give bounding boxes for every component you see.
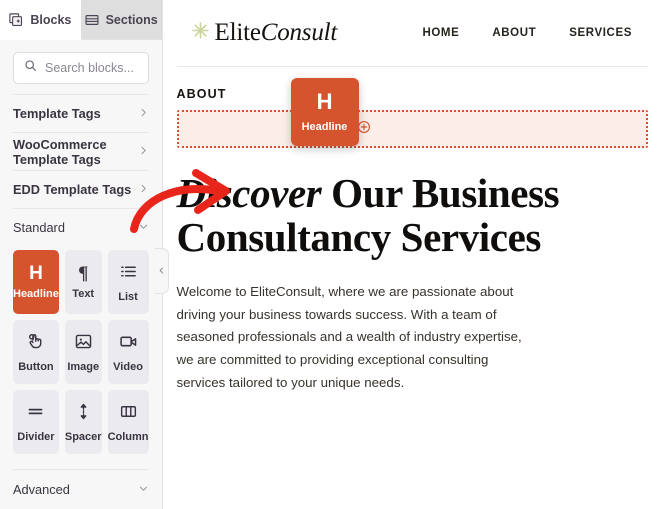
video-icon: [119, 332, 138, 356]
page-content: ABOUT H Headline Discover Our Business C…: [163, 67, 662, 395]
site-header: EliteConsult HOME ABOUT SERVICES: [176, 0, 648, 67]
sidebar-category-advanced[interactable]: Advanced: [13, 469, 149, 509]
sidebar-collapse-handle[interactable]: [154, 248, 169, 294]
sections-icon: [85, 13, 99, 27]
block-label: Text: [72, 288, 95, 300]
chevron-left-icon: [157, 262, 166, 280]
hero-heading: Discover Our Business Consultancy Servic…: [176, 170, 648, 260]
sidebar-tabs: Blocks Sections: [0, 0, 162, 40]
tab-blocks-label: Blocks: [30, 12, 72, 27]
sidebar-category-standard[interactable]: Standard: [13, 208, 149, 246]
block-card-divider[interactable]: Divider: [13, 390, 59, 454]
search-icon: [24, 59, 37, 77]
block-label: List: [118, 290, 138, 303]
search-box[interactable]: [13, 52, 149, 84]
section-eyebrow: ABOUT: [176, 87, 227, 101]
block-label: Spacer: [64, 430, 102, 443]
page-builder-screen: Blocks Sections Search blocks... Templat…: [0, 0, 662, 509]
sidebar-category-edd-template-tags[interactable]: EDD Template Tags: [13, 170, 149, 208]
category-label: EDD Template Tags: [13, 182, 132, 197]
tab-sections-label: Sections: [105, 12, 158, 27]
block-card-column[interactable]: Column: [107, 390, 149, 454]
sidebar-category-woocommerce-template-tags[interactable]: WooCommerce Template Tags: [13, 132, 149, 170]
tab-blocks[interactable]: Blocks: [0, 0, 81, 40]
block-label: Headline: [13, 288, 59, 300]
chevron-down-icon: [138, 481, 149, 499]
button-click-icon: [26, 332, 45, 356]
advanced-section: Advanced: [0, 469, 162, 509]
divider-icon: [26, 402, 45, 426]
site-preview-pane: EliteConsult HOME ABOUT SERVICES ABOUT H: [162, 0, 662, 509]
block-label: Image: [67, 360, 100, 373]
nav-link-services[interactable]: SERVICES: [569, 27, 632, 39]
image-icon: [74, 332, 93, 356]
headline-icon: H: [29, 263, 43, 284]
chevron-down-icon: [138, 219, 149, 237]
spacer-icon: [74, 402, 93, 426]
headline-icon: H: [316, 89, 333, 114]
category-label: WooCommerce Template Tags: [13, 136, 107, 167]
chevron-right-icon: [138, 105, 149, 123]
site-nav: HOME ABOUT SERVICES: [422, 27, 634, 39]
block-label: Video: [113, 360, 143, 373]
block-card-list[interactable]: List: [107, 250, 149, 314]
dragging-headline-block[interactable]: H Headline: [290, 78, 359, 146]
block-card-image[interactable]: Image: [64, 320, 102, 384]
paragraph-icon: ¶: [78, 263, 89, 284]
drag-ghost-label: Headline: [301, 121, 348, 133]
block-card-spacer[interactable]: Spacer: [64, 390, 102, 454]
site-logo-text: EliteConsult: [215, 19, 338, 47]
block-card-button[interactable]: Button: [13, 320, 59, 384]
blocks-grid: H Headline ¶ Text List Button Image Vide…: [0, 246, 162, 454]
logo-text-italic: Consult: [260, 19, 338, 46]
search-input[interactable]: [45, 61, 138, 75]
hero-heading-italic: Discover: [176, 170, 322, 216]
hero-paragraph: Welcome to EliteConsult, where we are pa…: [176, 283, 522, 391]
category-label: Template Tags: [13, 106, 101, 121]
block-card-video[interactable]: Video: [107, 320, 149, 384]
block-drop-zone[interactable]: H Headline: [176, 78, 648, 148]
chevron-right-icon: [138, 181, 149, 199]
nav-link-home[interactable]: HOME: [422, 27, 459, 39]
chevron-right-icon: [138, 143, 149, 161]
category-label: Standard: [13, 220, 65, 235]
tab-sections[interactable]: Sections: [80, 0, 162, 40]
site-logo[interactable]: EliteConsult: [191, 19, 338, 47]
logo-text-regular: Elite: [214, 19, 261, 46]
blocks-sidebar: Blocks Sections Search blocks... Templat…: [0, 0, 169, 509]
category-label: Advanced: [13, 482, 70, 497]
asterisk-star-icon: [191, 21, 210, 45]
nav-link-about[interactable]: ABOUT: [492, 27, 536, 39]
block-label: Column: [107, 430, 149, 443]
column-icon: [119, 402, 138, 426]
list-icon: [119, 262, 138, 286]
plus-circle-icon[interactable]: [357, 120, 371, 139]
category-list: Template Tags WooCommerce Template Tags …: [0, 94, 162, 246]
search-area: [0, 40, 162, 94]
block-card-headline[interactable]: H Headline: [13, 250, 59, 314]
sidebar-category-template-tags[interactable]: Template Tags: [13, 94, 149, 132]
block-label: Button: [18, 360, 54, 373]
block-label: Divider: [17, 430, 55, 443]
block-card-text[interactable]: ¶ Text: [64, 250, 102, 314]
blocks-icon: [9, 12, 23, 27]
